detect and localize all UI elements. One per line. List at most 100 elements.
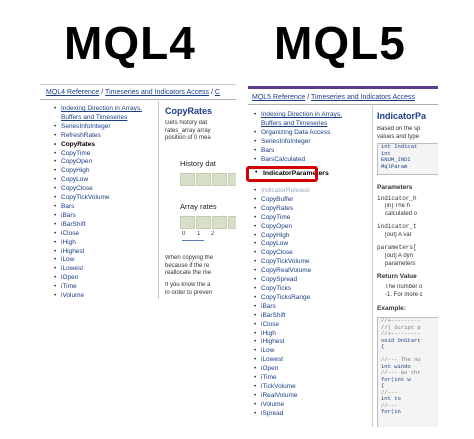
toc-item[interactable]: CopyClose xyxy=(52,185,161,194)
breadcrumb-link-timeseries[interactable]: Timeseries and Indicators Access xyxy=(311,94,415,101)
toc-item[interactable]: iClose xyxy=(52,230,161,239)
param-desc: [out] A dyn parameters xyxy=(385,253,416,267)
toc-item[interactable]: CopyLow xyxy=(52,176,161,185)
toc-item-label: iVolume xyxy=(61,292,85,299)
param-name: parameters[ xyxy=(377,244,417,251)
param-name: indicator_h xyxy=(377,195,417,202)
toc-item[interactable]: iBars xyxy=(252,303,311,312)
toc-item[interactable]: iOpen xyxy=(52,274,161,283)
toc-item[interactable]: iLow xyxy=(52,256,161,265)
toc-item[interactable]: CopyClose xyxy=(252,249,311,258)
toc-item-label: iClose xyxy=(261,320,280,328)
toc-item[interactable]: Bars xyxy=(252,147,361,156)
toc-item[interactable]: CopyRates xyxy=(52,141,161,150)
toc-item-label: Bars xyxy=(61,202,75,210)
toc-item[interactable]: iHigh xyxy=(252,330,311,339)
breadcrumb-link-reference[interactable]: MQL4 Reference xyxy=(46,89,99,96)
array-index-2: 2 xyxy=(211,231,215,237)
toc-item[interactable]: CopyHigh xyxy=(252,232,311,241)
toc-item[interactable]: iTickVolume xyxy=(252,383,311,392)
toc-item[interactable]: CopyTime xyxy=(252,214,311,223)
toc-item[interactable]: iBarShift xyxy=(252,312,311,321)
toc-item[interactable]: iVolume xyxy=(52,292,161,299)
toc-item-label: iRealVolume xyxy=(261,391,298,399)
toc-item-label: Indexing Direction in Arrays, Buffers an… xyxy=(261,111,342,127)
intro-text: Gets history dat rates_array array positio… xyxy=(165,120,211,141)
breadcrumb-divider xyxy=(248,104,438,105)
code-line: for(in xyxy=(381,408,401,415)
content-title: IndicatorPa xyxy=(377,111,427,121)
mql5-toc-bottom: IndicatorReleaseCopyBufferCopyRatesCopyT… xyxy=(252,187,311,419)
breadcrumb-separator: / xyxy=(101,89,104,96)
toc-item[interactable]: CopyRates xyxy=(252,205,311,214)
toc-item[interactable]: CopyBuffer xyxy=(252,196,311,205)
history-cells xyxy=(180,173,236,186)
toc-item-label: iTime xyxy=(261,374,277,382)
toc-item[interactable]: Bars xyxy=(52,203,161,212)
toc-item-label: iSpread xyxy=(261,409,284,417)
array-cells xyxy=(180,216,236,229)
toc-item[interactable]: iHighest xyxy=(252,338,311,347)
toc-item[interactable]: iHighest xyxy=(52,248,161,257)
breadcrumb-link-timeseries[interactable]: Timeseries and Indicators Access xyxy=(105,89,209,96)
toc-item-label: iHigh xyxy=(61,238,76,246)
toc-item-label: iBars xyxy=(61,211,76,219)
toc-item[interactable]: iBars xyxy=(52,212,161,221)
toc-item-label: iLow xyxy=(261,347,275,355)
toc-item-label: iBars xyxy=(261,302,276,310)
toc-item[interactable]: CopyHigh xyxy=(52,167,161,176)
toc-item-label: Organizing Data Access xyxy=(261,128,331,136)
toc-item[interactable]: iVolume xyxy=(252,401,311,410)
toc-item[interactable]: CopyOpen xyxy=(52,158,161,167)
toc-item[interactable]: CopySpread xyxy=(252,276,311,285)
toc-divider xyxy=(372,106,373,427)
toc-item-label: iBarShift xyxy=(261,311,286,319)
toc-item-label: CopyOpen xyxy=(61,158,93,166)
syntax-codebox: int Indicat int ENUM_INDI MqlParam xyxy=(377,143,438,175)
toc-item[interactable]: iLowest xyxy=(252,356,311,365)
toc-item[interactable]: iLowest xyxy=(52,265,161,274)
toc-item-label: CopyLow xyxy=(261,240,289,248)
toc-item[interactable]: iOpen xyxy=(252,365,311,374)
toc-item[interactable]: Indexing Direction in Arrays, Buffers an… xyxy=(52,105,161,123)
toc-item[interactable]: IndicatorRelease xyxy=(252,187,311,196)
toc-item[interactable]: iHigh xyxy=(52,239,161,248)
toc-item[interactable]: iTime xyxy=(52,283,161,292)
toc-item[interactable]: RefreshRates xyxy=(52,132,161,141)
toc-item-label: iHighest xyxy=(261,338,285,346)
toc-item-label: SeriesInfoInteger xyxy=(61,122,111,130)
toc-item[interactable]: iClose xyxy=(252,321,311,330)
toc-item[interactable]: Indexing Direction in Arrays, Buffers an… xyxy=(252,111,361,129)
toc-item[interactable]: CopyTickVolume xyxy=(52,194,161,203)
toc-item[interactable]: CopyLow xyxy=(252,240,311,249)
return-text: The number o -1. For more c xyxy=(385,284,423,298)
toc-item[interactable]: CopyOpen xyxy=(252,223,311,232)
toc-item-label: CopyTickVolume xyxy=(61,194,110,202)
toc-item[interactable]: CopyRealVolume xyxy=(252,267,311,276)
toc-item-label: iTime xyxy=(61,283,77,291)
toc-item-label: iHighest xyxy=(61,247,85,255)
toc-item[interactable]: CopyTicks xyxy=(252,285,311,294)
toc-item[interactable]: iBarShift xyxy=(52,221,161,230)
toc-item[interactable]: BarsCalculated xyxy=(252,156,361,165)
toc-item-label: iHigh xyxy=(261,329,276,337)
toc-item-label: CopyRates xyxy=(261,204,294,212)
mql4-toc: Indexing Direction in Arrays, Buffers an… xyxy=(52,105,161,299)
toc-item[interactable]: SeriesInfoInteger xyxy=(52,123,161,132)
toc-item[interactable]: CopyTicksRange xyxy=(252,294,311,303)
toc-item[interactable]: CopyTime xyxy=(52,150,161,159)
toc-item[interactable]: iRealVolume xyxy=(252,392,311,401)
toc-item-label: Indexing Direction in Arrays, Buffers an… xyxy=(61,105,142,121)
toc-item[interactable]: Organizing Data Access xyxy=(252,129,361,138)
breadcrumb-link-current[interactable]: C xyxy=(215,89,220,96)
toc-item[interactable]: SeriesInfoInteger xyxy=(252,138,361,147)
toc-item[interactable]: CopyTickVolume xyxy=(252,258,311,267)
toc-item-label: iOpen xyxy=(261,365,279,373)
toc-item[interactable]: iLow xyxy=(252,347,311,356)
toc-item-label: iTickVolume xyxy=(261,382,296,390)
toc-item[interactable]: iSpread xyxy=(252,410,311,419)
toc-item[interactable]: iTime xyxy=(252,374,311,383)
toc-item-label: iBarShift xyxy=(61,220,86,228)
toc-item-label: CopyTime xyxy=(261,213,291,221)
breadcrumb-link-reference[interactable]: MQL5 Reference xyxy=(252,94,305,101)
